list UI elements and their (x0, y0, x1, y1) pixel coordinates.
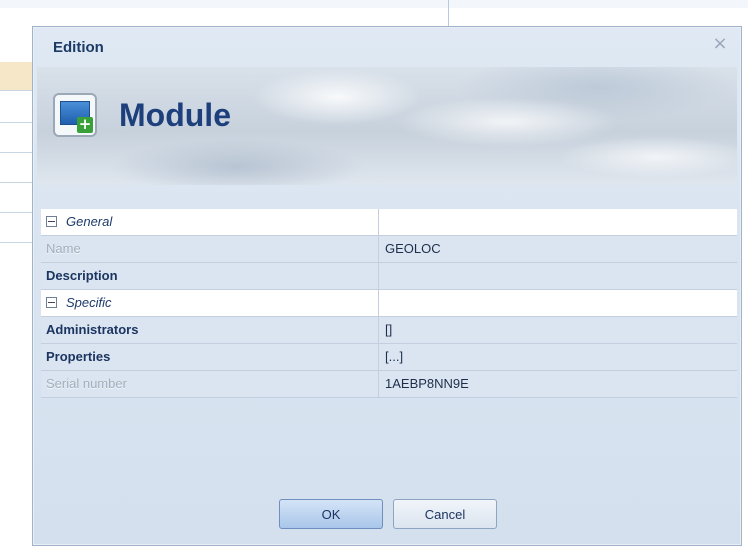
dialog-banner: + Module (37, 67, 737, 185)
background-row (0, 90, 34, 123)
group-header-general[interactable]: General (41, 209, 737, 236)
property-value[interactable]: GEOLOC (379, 236, 737, 262)
property-grid: General Name GEOLOC Description Specific… (41, 209, 737, 398)
background-column-divider (448, 0, 449, 28)
plus-icon: + (77, 115, 93, 133)
close-icon[interactable]: × (711, 35, 729, 53)
edition-dialog: Edition × + Module General Name GEOLOC D… (32, 26, 742, 546)
property-row-serial-number[interactable]: Serial number 1AEBP8NN9E (41, 371, 737, 398)
property-name: Description (41, 263, 379, 289)
property-value[interactable] (379, 263, 737, 289)
background-row (0, 62, 34, 91)
dialog-titlebar[interactable]: Edition × (33, 27, 741, 67)
ok-button[interactable]: OK (279, 499, 383, 529)
property-row-administrators[interactable]: Administrators [] (41, 317, 737, 344)
group-label: Specific (66, 295, 112, 310)
property-value[interactable]: [...] (379, 344, 737, 370)
property-name: Administrators (41, 317, 379, 343)
module-add-icon: + (53, 93, 97, 137)
property-name: Serial number (41, 371, 379, 397)
property-row-properties[interactable]: Properties [...] (41, 344, 737, 371)
background-row (0, 212, 34, 243)
collapse-icon[interactable] (46, 216, 57, 227)
property-value[interactable]: 1AEBP8NN9E (379, 371, 737, 397)
banner-title: Module (119, 97, 231, 133)
group-header-label: Specific (41, 290, 379, 316)
background-toolbar (0, 0, 748, 8)
group-label: General (66, 214, 113, 229)
group-header-value (379, 209, 737, 235)
background-row (0, 122, 34, 153)
group-header-specific[interactable]: Specific (41, 290, 737, 317)
property-row-description[interactable]: Description (41, 263, 737, 290)
group-header-label: General (41, 209, 379, 235)
property-value[interactable]: [] (379, 317, 737, 343)
property-name: Name (41, 236, 379, 262)
collapse-icon[interactable] (46, 297, 57, 308)
property-name: Properties (41, 344, 379, 370)
dialog-title: Edition (53, 39, 104, 56)
background-row (0, 182, 34, 213)
group-header-value (379, 290, 737, 316)
property-row-name[interactable]: Name GEOLOC (41, 236, 737, 263)
background-row (0, 152, 34, 183)
cancel-button[interactable]: Cancel (393, 499, 497, 529)
